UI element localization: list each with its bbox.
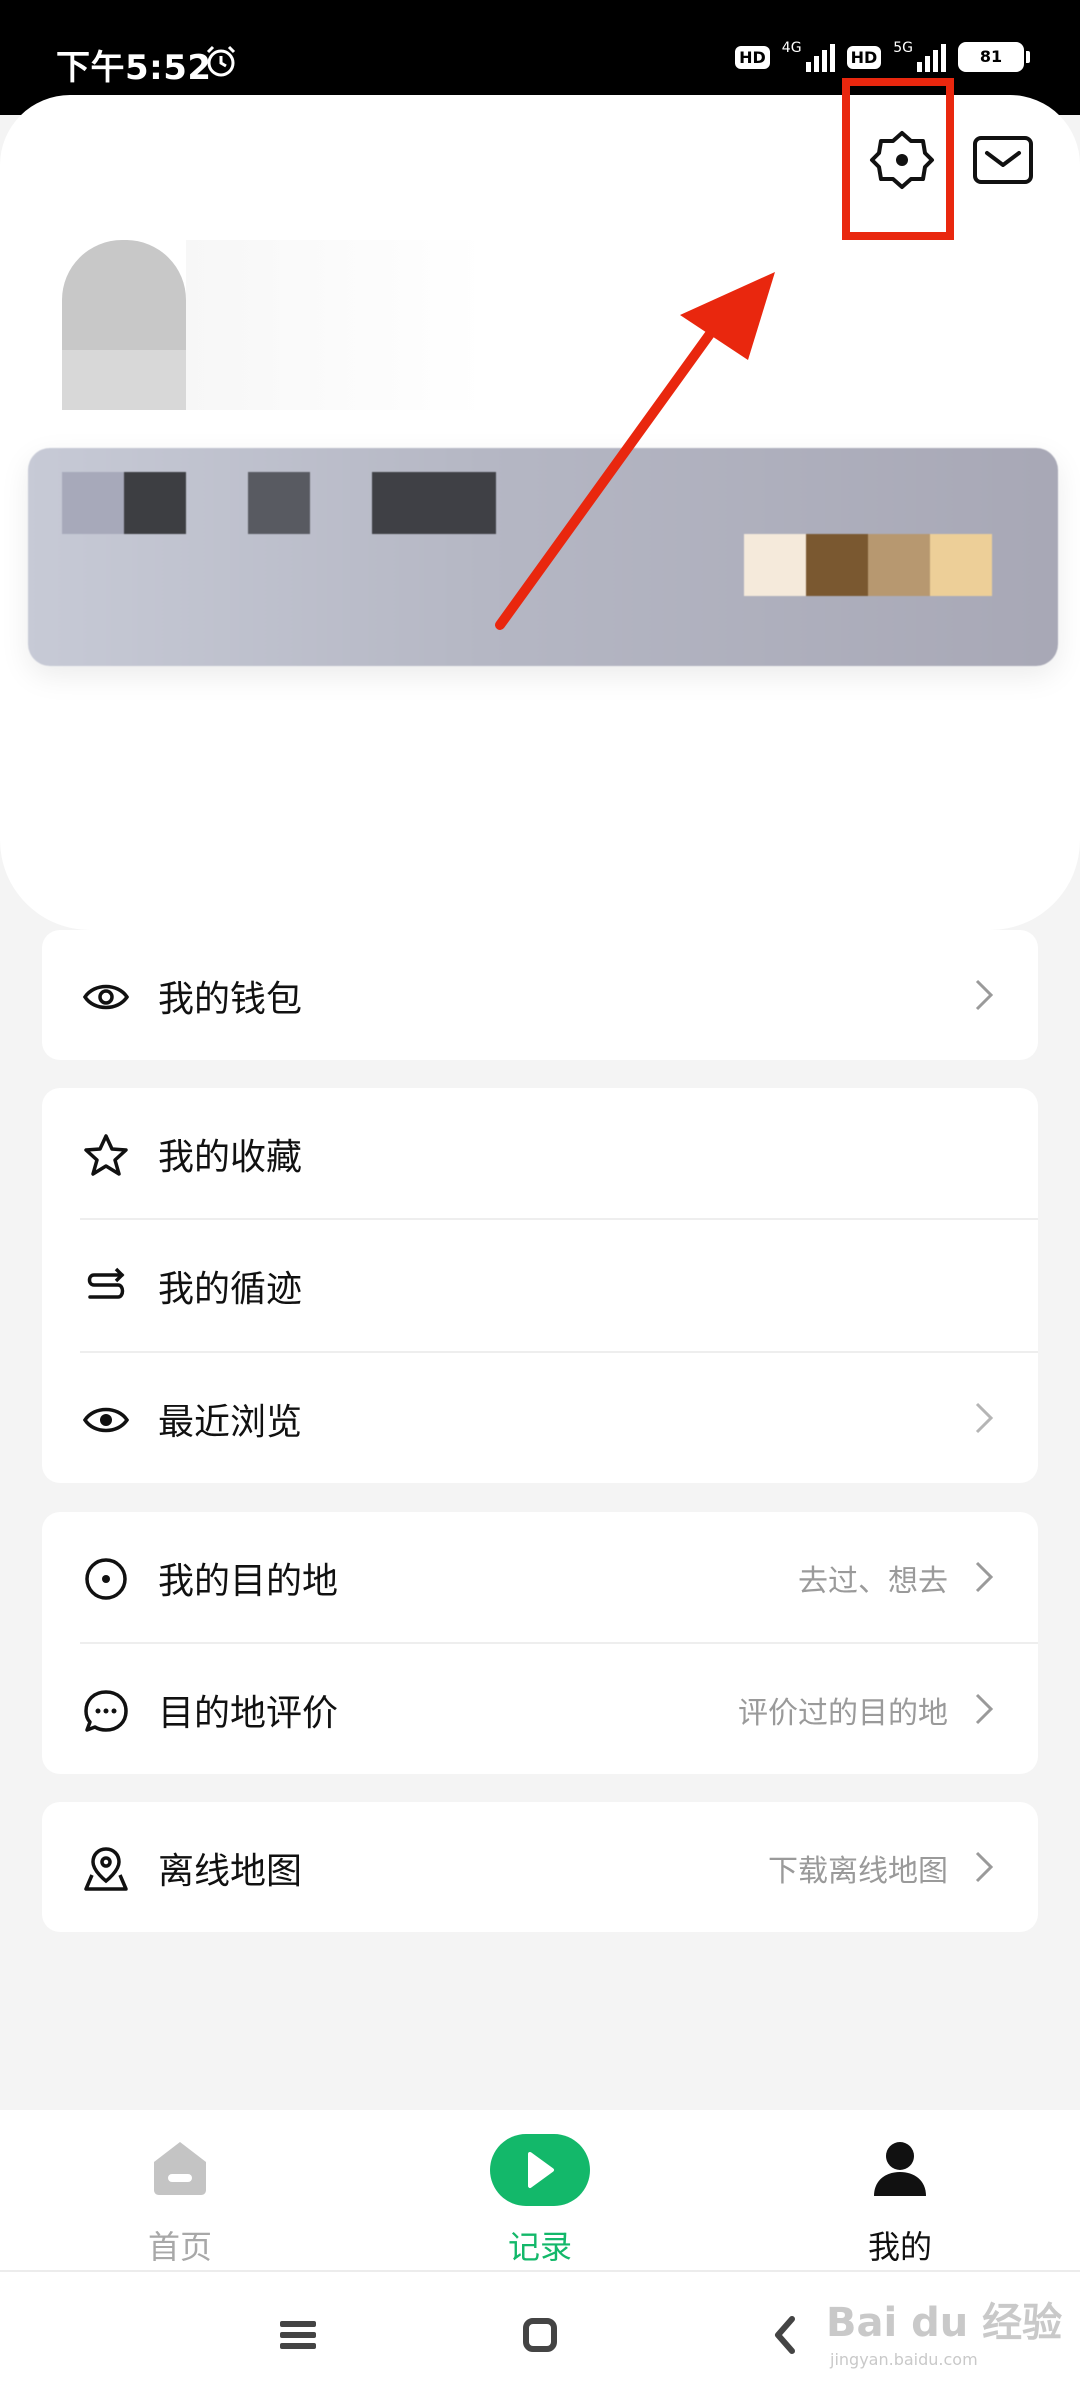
menu-item-label: 我的收藏	[158, 1137, 303, 1178]
battery-icon: 81	[958, 42, 1030, 72]
route-icon	[87, 1267, 125, 1299]
menu-item-label: 离线地图	[158, 1851, 303, 1892]
play-icon	[490, 2134, 590, 2206]
eye-icon	[82, 984, 130, 1010]
menu-item-my-destinations[interactable]: 我的目的地 去过、想去	[42, 1512, 1038, 1642]
menu-icon[interactable]	[278, 2317, 318, 2353]
status-time: 下午5:52	[56, 48, 212, 88]
chevron-right-icon	[975, 1561, 994, 1593]
menu-item-subtitle: 去过、想去	[798, 1564, 948, 1599]
menu-section-personal: 我的收藏 我的循迹 最近浏览	[42, 1088, 1038, 1483]
chevron-right-icon	[975, 979, 994, 1011]
target-icon	[85, 1558, 127, 1600]
menu-item-recent[interactable]: 最近浏览	[42, 1353, 1038, 1483]
alarm-icon	[206, 45, 236, 77]
message-button[interactable]	[968, 130, 1038, 190]
tab-record[interactable]: 记录	[440, 2134, 640, 2266]
menu-item-favorites[interactable]: 我的收藏	[42, 1088, 1038, 1218]
watermark-logo: Bai du 经验	[826, 2300, 1063, 2346]
annotation-highlight-box	[842, 78, 954, 240]
signal-icon	[917, 42, 946, 72]
tab-label: 我的	[867, 2228, 932, 2266]
watermark-url: jingyan.baidu.com	[830, 2350, 978, 2369]
status-indicators: HD 4G HD 5G 81	[735, 40, 1030, 72]
menu-item-offline-map[interactable]: 离线地图 下载离线地图	[42, 1802, 1038, 1932]
signal-icon	[805, 42, 835, 72]
comment-icon	[84, 1690, 128, 1732]
chevron-right-icon	[975, 1402, 994, 1434]
menu-item-label: 目的地评价	[158, 1693, 339, 1734]
menu-section-wallet: 我的钱包	[42, 930, 1038, 1060]
tab-label: 首页	[147, 2228, 212, 2266]
eye-icon	[82, 1407, 130, 1433]
menu-item-label: 我的循迹	[158, 1269, 303, 1310]
chevron-right-icon	[975, 1851, 994, 1883]
menu-item-label: 我的目的地	[158, 1561, 339, 1602]
user-icon	[874, 2142, 926, 2196]
home-icon	[154, 2142, 206, 2195]
star-icon	[84, 1134, 128, 1176]
chevron-right-icon	[975, 1693, 994, 1725]
menu-item-wallet[interactable]: 我的钱包	[42, 930, 1038, 1060]
menu-item-destination-reviews[interactable]: 目的地评价 评价过的目的地	[42, 1644, 1038, 1774]
menu-item-tracks[interactable]: 我的循迹	[42, 1220, 1038, 1350]
menu-item-subtitle: 下载离线地图	[768, 1854, 948, 1889]
annotation-arrow-icon	[495, 272, 775, 630]
home-square-icon[interactable]	[520, 2315, 560, 2355]
tab-label: 记录	[507, 2228, 572, 2266]
avatar[interactable]	[62, 240, 186, 410]
back-icon[interactable]	[770, 2315, 800, 2355]
tab-home[interactable]: 首页	[80, 2140, 280, 2266]
menu-section-destinations: 我的目的地 去过、想去 目的地评价 评价过的目的地	[42, 1512, 1038, 1774]
username-blurred	[186, 240, 486, 410]
menu-section-offline-map: 离线地图 下载离线地图	[42, 1802, 1038, 1932]
menu-item-subtitle: 评价过的目的地	[738, 1696, 948, 1731]
bottom-tab-bar: 首页 记录 我的	[0, 2110, 1080, 2290]
tab-mine[interactable]: 我的	[800, 2140, 1000, 2266]
hd-badge: HD	[735, 45, 770, 69]
network-label: 5G	[893, 40, 913, 56]
network-label: 4G	[781, 40, 802, 56]
map-pin-icon	[84, 1847, 128, 1891]
mail-icon	[973, 136, 1033, 184]
menu-item-label: 最近浏览	[158, 1402, 303, 1443]
hd-badge: HD	[846, 45, 882, 69]
menu-item-label: 我的钱包	[158, 979, 303, 1020]
